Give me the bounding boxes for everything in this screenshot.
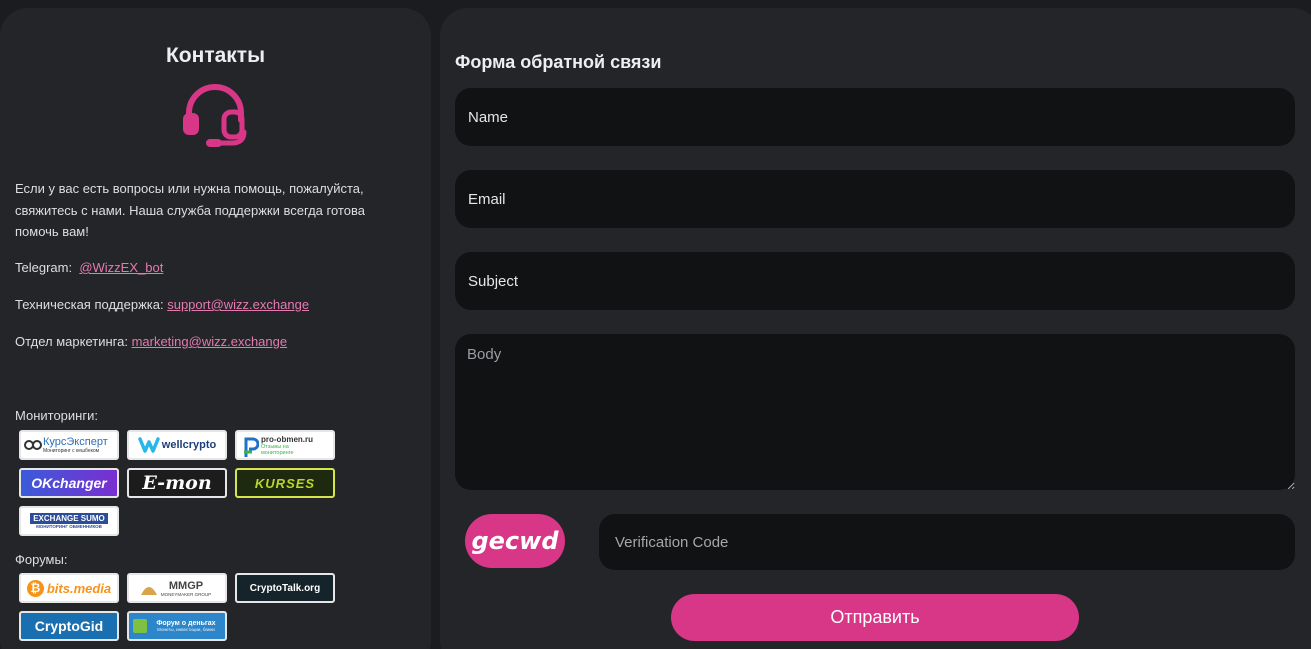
contacts-intro: Если у вас есть вопросы или нужна помощь…: [15, 181, 365, 239]
forum-cryptogid[interactable]: CryptoGid: [19, 611, 119, 641]
feedback-panel: Форма обратной связи gecwd Отправить: [440, 8, 1311, 649]
contacts-title: Контакты: [165, 44, 266, 67]
marketing-email-link[interactable]: marketing@wizz.exchange: [132, 334, 288, 349]
forum-logo-icon: [133, 619, 147, 633]
mmgp-logo-icon: [141, 587, 157, 595]
submit-button[interactable]: Отправить: [671, 594, 1079, 641]
monitoring-exchangesumo[interactable]: EXCHANGE SUMO МОНИТОРИНГ ОБМЕННИКОВ: [19, 506, 119, 536]
forum-mmgp[interactable]: MMGP MONEYMAKER GROUP: [127, 573, 227, 603]
verification-code-input[interactable]: [599, 514, 1295, 570]
captcha-image: gecwd: [465, 514, 565, 568]
captcha-text: gecwd: [471, 527, 559, 555]
monitorings-title: Мониторинги:: [15, 408, 98, 423]
monitoring-wellcrypto[interactable]: wellcrypto: [127, 430, 227, 460]
monitoring-okchanger[interactable]: OKchanger: [19, 468, 119, 498]
wellcrypto-logo-icon: [138, 437, 160, 453]
forum-cryptotalk[interactable]: CryptoTalk.org: [235, 573, 335, 603]
pro-obmen-logo-icon: [244, 437, 259, 457]
form-title: Форма обратной связи: [455, 52, 662, 72]
subject-input[interactable]: [455, 252, 1295, 310]
bitcoin-icon: ₿: [26, 579, 44, 597]
monitoring-kursexpert[interactable]: КурсЭксперт Мониторинг с кешбеком: [19, 430, 119, 460]
monitoring-pro-obmen[interactable]: pro-obmen.ru Отзывы на мониторинге: [235, 430, 335, 460]
marketing-label: Отдел маркетинга:: [15, 334, 128, 349]
headset-icon: [183, 84, 247, 147]
support-label: Техническая поддержка:: [15, 297, 164, 312]
forum-forum-o-dengah[interactable]: Форум о деньгах Монеты, инвестиции, банк…: [127, 611, 227, 641]
email-input[interactable]: [455, 170, 1295, 228]
glasses-icon: [24, 440, 42, 450]
support-email-link[interactable]: support@wizz.exchange: [167, 297, 309, 312]
telegram-link[interactable]: @WizzEX_bot: [79, 260, 163, 275]
marketing-line: Отдел маркетинга: marketing@wizz.exchang…: [15, 334, 287, 349]
support-line: Техническая поддержка: support@wizz.exch…: [15, 297, 309, 312]
telegram-label: Telegram:: [15, 260, 73, 275]
monitoring-emon[interactable]: E-mon: [127, 468, 227, 498]
forums-title: Форумы:: [15, 552, 68, 567]
name-input[interactable]: [455, 88, 1295, 146]
body-textarea[interactable]: [455, 334, 1295, 490]
forum-bitsmedia[interactable]: ₿ bits.media: [19, 573, 119, 603]
monitoring-kurses[interactable]: KURSES: [235, 468, 335, 498]
telegram-line: Telegram: @WizzEX_bot: [15, 260, 163, 275]
